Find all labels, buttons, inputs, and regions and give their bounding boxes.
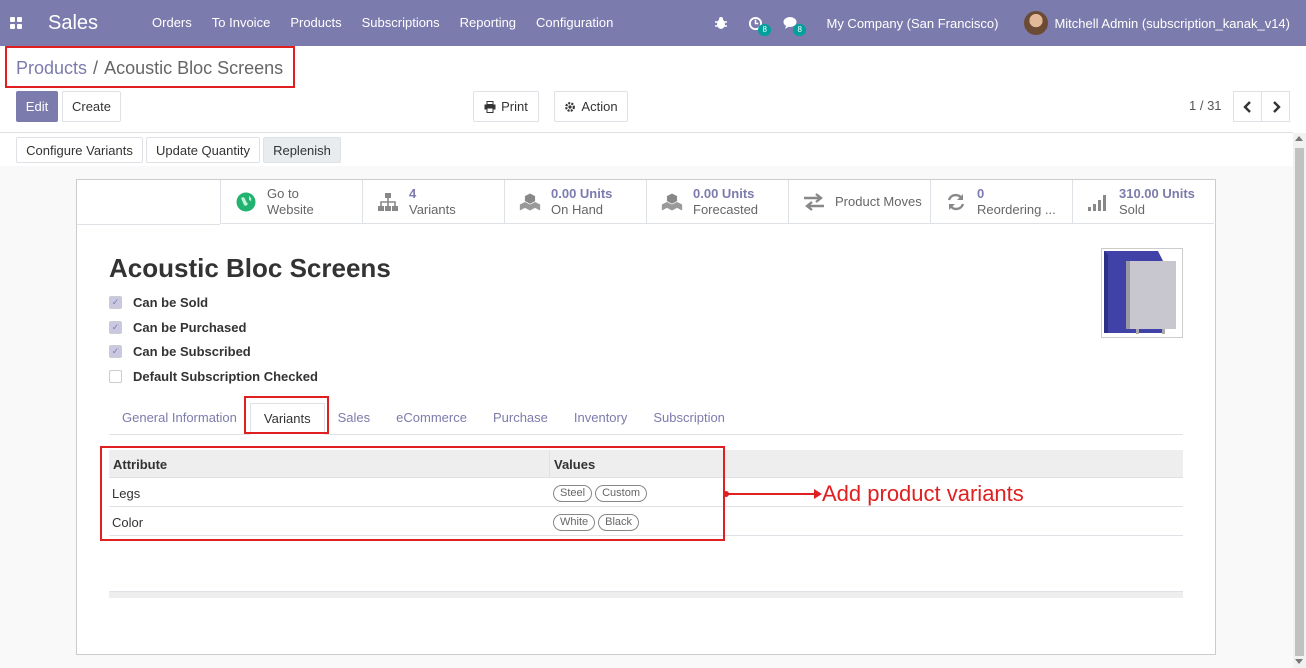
smart-button-variants[interactable]: 4 Variants bbox=[362, 180, 504, 224]
chevron-right-icon bbox=[1272, 100, 1281, 113]
menu-subscriptions[interactable]: Subscriptions bbox=[352, 0, 450, 46]
tab-inventory[interactable]: Inventory bbox=[561, 403, 640, 434]
scrollbar-thumb[interactable] bbox=[1295, 148, 1304, 656]
smart-button-reordering[interactable]: 0 Reordering ... bbox=[930, 180, 1072, 224]
sold-label: Sold bbox=[1119, 201, 1146, 217]
breadcrumb-highlight-box bbox=[5, 46, 295, 88]
message-count-badge: 8 bbox=[793, 24, 806, 36]
product-moves-label: Product Moves bbox=[835, 193, 922, 209]
product-name[interactable]: Acoustic Bloc Screens bbox=[109, 253, 391, 284]
variants-table-highlight-box bbox=[100, 446, 725, 541]
variants-tab-highlight-box bbox=[244, 396, 329, 434]
smart-buttons-bar: Go to Website 4 Variants 0.00 Units On Hand… bbox=[220, 180, 1214, 224]
create-button[interactable]: Create bbox=[62, 91, 121, 122]
chevron-left-icon bbox=[1242, 100, 1251, 113]
smart-button-website[interactable]: Go to Website bbox=[220, 180, 362, 224]
messages-chat-icon[interactable]: 8 bbox=[773, 16, 810, 36]
menu-reporting[interactable]: Reporting bbox=[450, 0, 526, 46]
update-quantity-button[interactable]: Update Quantity bbox=[146, 137, 260, 163]
variants-label: Variants bbox=[409, 201, 456, 217]
annotation-arrow bbox=[725, 493, 815, 495]
control-panel-divider bbox=[0, 132, 1293, 133]
main-menu: Orders To Invoice Products Subscriptions… bbox=[142, 0, 623, 46]
scroll-up-icon[interactable] bbox=[1295, 136, 1303, 141]
can-be-subscribed-label: Can be Subscribed bbox=[133, 344, 251, 359]
can-be-sold-label: Can be Sold bbox=[133, 295, 209, 310]
can-be-sold-field[interactable]: ✓ Can be Sold bbox=[109, 295, 208, 310]
print-icon bbox=[484, 100, 496, 113]
annotation-text: Add product variants bbox=[822, 481, 1024, 506]
debug-bug-icon[interactable] bbox=[704, 16, 738, 30]
signal-icon bbox=[1087, 191, 1109, 213]
can-be-purchased-field[interactable]: ✓ Can be Purchased bbox=[109, 320, 246, 335]
cubes-icon bbox=[519, 191, 541, 213]
reordering-label: Reordering ... bbox=[977, 201, 1056, 217]
scroll-down-icon[interactable] bbox=[1295, 659, 1303, 664]
can-be-subscribed-field[interactable]: ✓ Can be Subscribed bbox=[109, 344, 251, 359]
action-label: Action bbox=[581, 99, 618, 114]
edit-button[interactable]: Edit bbox=[16, 91, 58, 122]
product-image[interactable] bbox=[1101, 248, 1183, 338]
smart-button-product-moves[interactable]: Product Moves bbox=[788, 180, 930, 224]
action-button[interactable]: Action bbox=[554, 91, 628, 122]
sold-quantity: 310.00 Units bbox=[1119, 185, 1195, 201]
menu-configuration[interactable]: Configuration bbox=[526, 0, 623, 46]
configure-variants-button[interactable]: Configure Variants bbox=[16, 137, 143, 163]
cubes-icon bbox=[661, 191, 683, 213]
forecasted-label: Forecasted bbox=[693, 201, 759, 217]
company-switcher[interactable]: My Company (San Francisco) bbox=[816, 16, 1008, 31]
smart-button-on-hand[interactable]: 0.00 Units On Hand bbox=[504, 180, 646, 224]
print-button[interactable]: Print bbox=[473, 91, 539, 122]
menu-orders[interactable]: Orders bbox=[142, 0, 202, 46]
empty-table-row bbox=[109, 537, 1183, 565]
navbar-systray: 8 8 My Company (San Francisco) Mitchell … bbox=[704, 0, 1306, 46]
smart-buttons-divider bbox=[77, 224, 220, 225]
smart-button-forecasted[interactable]: 0.00 Units Forecasted bbox=[646, 180, 788, 224]
vertical-scrollbar[interactable] bbox=[1293, 133, 1306, 668]
pager-previous-button[interactable] bbox=[1233, 91, 1262, 122]
default-subscription-checked-field[interactable]: Default Subscription Checked bbox=[109, 369, 318, 384]
tab-purchase[interactable]: Purchase bbox=[480, 403, 561, 434]
tab-sales[interactable]: Sales bbox=[325, 403, 384, 434]
can-be-sold-checkbox[interactable]: ✓ bbox=[109, 296, 122, 309]
website-label-line2: Website bbox=[267, 201, 314, 217]
avatar bbox=[1024, 11, 1049, 35]
variants-count: 4 bbox=[409, 185, 417, 201]
exchange-icon bbox=[803, 191, 825, 213]
tab-general-information[interactable]: General Information bbox=[109, 403, 250, 434]
default-subscription-checkbox[interactable] bbox=[109, 370, 122, 383]
on-hand-quantity: 0.00 Units bbox=[551, 185, 613, 201]
smart-button-sold[interactable]: 310.00 Units Sold bbox=[1072, 180, 1214, 224]
activity-clock-icon[interactable]: 8 bbox=[738, 16, 773, 36]
apps-menu-icon[interactable] bbox=[0, 0, 32, 46]
print-label: Print bbox=[501, 99, 528, 114]
gear-icon bbox=[565, 101, 576, 112]
on-hand-label: On Hand bbox=[551, 201, 604, 217]
pager-value: 1 / 31 bbox=[1189, 98, 1222, 113]
can-be-subscribed-checkbox[interactable]: ✓ bbox=[109, 345, 122, 358]
website-label-line1: Go to bbox=[267, 185, 299, 201]
tab-subscription[interactable]: Subscription bbox=[640, 403, 738, 434]
pager-next-button[interactable] bbox=[1261, 91, 1290, 122]
top-navbar: Sales Orders To Invoice Products Subscri… bbox=[0, 0, 1306, 46]
forecasted-quantity: 0.00 Units bbox=[693, 185, 755, 201]
sitemap-icon bbox=[377, 191, 399, 213]
default-subscription-label: Default Subscription Checked bbox=[133, 369, 318, 384]
replenish-button[interactable]: Replenish bbox=[263, 137, 341, 163]
can-be-purchased-label: Can be Purchased bbox=[133, 320, 247, 335]
user-name: Mitchell Admin (subscription_kanak_v14) bbox=[1054, 15, 1290, 31]
can-be-purchased-checkbox[interactable]: ✓ bbox=[109, 321, 122, 334]
user-menu[interactable]: Mitchell Admin (subscription_kanak_v14) bbox=[1014, 11, 1306, 35]
variants-table-footer bbox=[109, 591, 1183, 598]
empty-table-row bbox=[109, 564, 1183, 592]
annotation-arrow-head bbox=[814, 489, 822, 499]
globe-icon bbox=[235, 191, 257, 213]
activity-count-badge: 8 bbox=[758, 23, 771, 36]
tab-ecommerce[interactable]: eCommerce bbox=[383, 403, 480, 434]
menu-products[interactable]: Products bbox=[280, 0, 351, 46]
reordering-count: 0 bbox=[977, 185, 985, 201]
menu-to-invoice[interactable]: To Invoice bbox=[202, 0, 281, 46]
refresh-icon bbox=[945, 191, 967, 213]
app-brand[interactable]: Sales bbox=[48, 12, 98, 35]
